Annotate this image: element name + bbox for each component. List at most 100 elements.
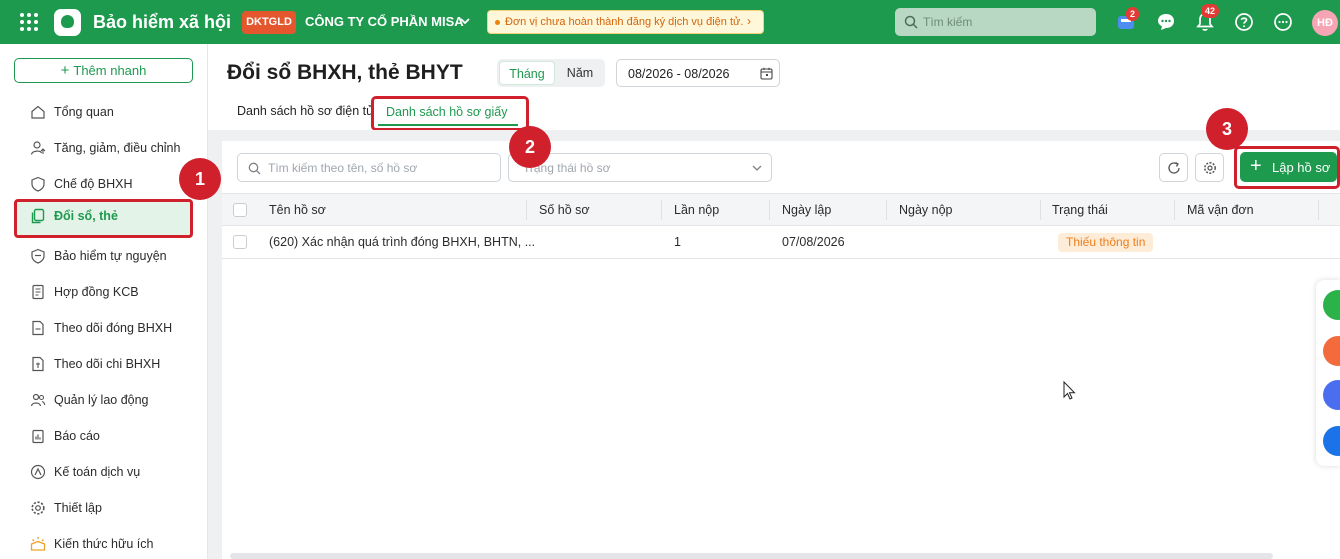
period-month-option[interactable]: Tháng [499, 61, 555, 85]
sidebar-item-service-accounting[interactable]: Kế toán dịch vụ [14, 455, 193, 489]
contract-icon [32, 284, 44, 300]
sidebar-item-label: Bảo hiểm tự nguyện [54, 249, 167, 263]
sidebar-item-knowledge[interactable]: Kiến thức hữu ích [14, 527, 193, 559]
sidebar-item-voluntary-insurance[interactable]: Bảo hiểm tự nguyện [14, 239, 193, 273]
column-divider [1318, 200, 1319, 220]
quick-add-label: Thêm nhanh [73, 63, 147, 78]
date-range-picker[interactable]: 08/2026 - 08/2026 [616, 59, 780, 87]
column-divider [1040, 200, 1041, 220]
feedback-widget-icon[interactable] [1323, 336, 1340, 366]
column-header-submitted[interactable]: Ngày nộp [899, 203, 953, 217]
column-header-status[interactable]: Trạng thái [1052, 203, 1108, 217]
sidebar-item-label: Đổi sổ, thẻ [54, 209, 118, 223]
column-divider [526, 200, 527, 220]
company-code-badge[interactable]: DKTGLD [242, 11, 296, 34]
shield-heart-icon [31, 248, 45, 264]
sidebar-item-label: Báo cáo [54, 429, 100, 443]
chevron-down-icon[interactable] [459, 14, 471, 28]
create-record-label: Lập hồ sơ [1272, 160, 1331, 175]
payment-tracking-icon [32, 320, 44, 336]
sidebar-item-adjustments[interactable]: Tăng, giảm, điều chỉnh [14, 131, 193, 165]
floating-support-bar [1316, 280, 1340, 466]
horizontal-scrollbar[interactable] [230, 553, 1273, 559]
period-year-option[interactable]: Năm [559, 61, 601, 85]
cart-count-badge: 2 [1126, 7, 1140, 21]
company-selector[interactable]: CÔNG TY CỔ PHẦN MISA [305, 14, 464, 29]
sidebar-item-settings[interactable]: Thiết lập [14, 491, 193, 525]
help-icon[interactable] [1233, 11, 1255, 33]
table-row[interactable]: (620) Xác nhận quá trình đóng BHXH, BHTN… [222, 226, 1340, 259]
sidebar-item-bhxh-regime[interactable]: Chế độ BHXH [14, 167, 193, 201]
sidebar-item-label: Theo dõi đóng BHXH [54, 321, 173, 335]
record-name[interactable]: (620) Xác nhận quá trình đóng BHXH, BHTN… [269, 235, 535, 249]
sidebar-item-reports[interactable]: Báo cáo [14, 419, 193, 453]
column-divider [769, 200, 770, 220]
global-search-input[interactable] [923, 13, 1088, 31]
sidebar-item-labor-management[interactable]: Quản lý lao động [14, 383, 193, 417]
tab-electronic-records[interactable]: Danh sách hồ sơ điện tử [237, 104, 374, 118]
sidebar-item-label: Tăng, giảm, điều chỉnh [54, 141, 181, 155]
user-adjust-icon [30, 141, 46, 155]
app-launcher-icon[interactable] [20, 13, 38, 31]
sidebar-item-label: Chế độ BHXH [54, 177, 133, 191]
column-divider [661, 200, 662, 220]
sidebar-item-payment-tracking[interactable]: Theo dõi đóng BHXH [14, 311, 193, 345]
global-search[interactable] [895, 8, 1096, 36]
period-toggle: Tháng Năm [497, 59, 605, 87]
column-header-name[interactable]: Tên hồ sơ [269, 203, 326, 217]
create-record-button[interactable]: + Lập hồ sơ [1240, 152, 1337, 182]
records-search[interactable] [237, 153, 501, 182]
home-icon [31, 105, 45, 119]
chevron-right-icon: › [747, 14, 751, 28]
column-header-number[interactable]: Số hồ sơ [539, 203, 590, 217]
sidebar-item-label: Hợp đồng KCB [54, 285, 139, 299]
select-all-checkbox[interactable] [233, 203, 247, 217]
user-avatar[interactable]: HĐ [1312, 10, 1338, 36]
active-tab-indicator [378, 124, 518, 126]
tab-paper-records[interactable]: Danh sách hồ sơ giấy [371, 96, 529, 131]
record-submission-count: 1 [674, 235, 681, 249]
notice-text: Đơn vị chưa hoàn thành đăng ký dịch vụ đ… [505, 16, 744, 28]
registration-notice[interactable]: Đơn vị chưa hoàn thành đăng ký dịch vụ đ… [487, 10, 764, 34]
plus-icon: + [60, 62, 70, 79]
tab-paper-records-label: Danh sách hồ sơ giấy [386, 105, 508, 119]
date-range-value: 08/2026 - 08/2026 [628, 67, 730, 81]
knowledge-icon [30, 537, 46, 551]
sidebar-item-kcb-contract[interactable]: Hợp đồng KCB [14, 275, 193, 309]
warning-dot-icon [495, 20, 500, 25]
sidebar-item-exchange-book-card[interactable]: Đổi sổ, thẻ [14, 199, 193, 238]
column-divider [1174, 200, 1175, 220]
tab-bar: Danh sách hồ sơ điện tử Danh sách hồ sơ … [208, 94, 1340, 131]
sidebar-item-label: Theo dõi chi BHXH [54, 357, 161, 371]
messenger-widget-icon[interactable] [1323, 426, 1340, 456]
table-header: Tên hồ sơ Số hồ sơ Lần nộp Ngày lập Ngày… [222, 193, 1340, 226]
chat-icon[interactable] [1155, 11, 1177, 33]
records-search-input[interactable] [268, 160, 493, 176]
support-widget-icon[interactable] [1323, 290, 1340, 320]
column-header-created[interactable]: Ngày lập [782, 203, 831, 217]
column-divider [886, 200, 887, 220]
app-logo [54, 9, 81, 36]
more-options-icon[interactable] [1272, 11, 1294, 33]
sidebar-item-overview[interactable]: Tổng quan [14, 95, 193, 129]
chat-widget-icon[interactable] [1323, 380, 1340, 410]
top-bar: Bảo hiểm xã hội DKTGLD CÔNG TY CỔ PHẦN M… [0, 0, 1340, 44]
settings-button[interactable] [1195, 153, 1224, 182]
quick-add-button[interactable]: + Thêm nhanh [14, 58, 193, 83]
plus-icon: + [1250, 155, 1262, 177]
gear-icon [31, 501, 45, 515]
row-checkbox[interactable] [233, 235, 247, 249]
status-badge: Thiếu thông tin [1058, 233, 1154, 252]
report-icon [32, 429, 44, 444]
app-title: Bảo hiểm xã hội [93, 12, 232, 32]
annotation-step-3: 3 [1206, 108, 1248, 150]
sidebar-item-expense-tracking[interactable]: Theo dõi chi BHXH [14, 347, 193, 381]
column-header-submission[interactable]: Lần nộp [674, 203, 719, 217]
column-header-tracking[interactable]: Mã vận đơn [1187, 203, 1254, 217]
sidebar-item-label: Thiết lập [54, 501, 102, 515]
refresh-button[interactable] [1159, 153, 1188, 182]
search-icon [248, 162, 261, 175]
mouse-cursor-icon [1063, 381, 1076, 400]
sidebar-item-label: Quản lý lao động [54, 393, 149, 407]
shield-icon [31, 176, 45, 192]
